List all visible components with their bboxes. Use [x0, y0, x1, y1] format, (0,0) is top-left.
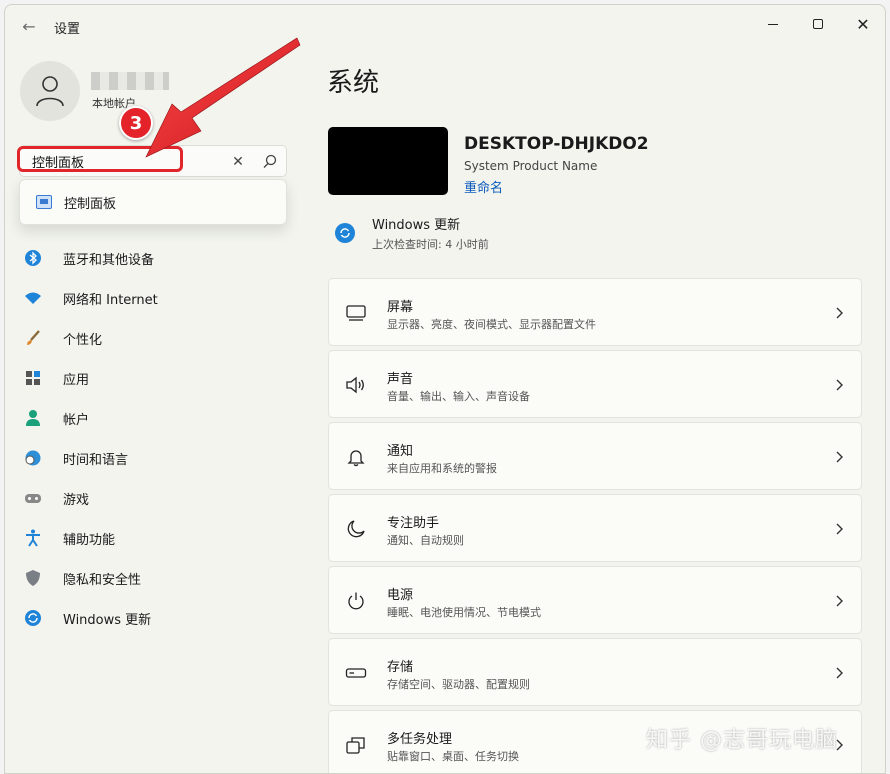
update-icon[interactable] — [335, 223, 355, 243]
gamepad-icon — [23, 488, 43, 508]
power-icon — [344, 589, 368, 613]
suggestion-label: 控制面板 — [64, 196, 117, 212]
sidebar-item-label: 蓝牙和其他设备 — [63, 252, 155, 268]
person-icon — [36, 76, 64, 107]
card-notifications[interactable]: 通知 来自应用和系统的警报 — [328, 422, 862, 490]
search-box: ✕ — [19, 145, 287, 177]
avatar[interactable] — [20, 61, 80, 121]
close-window-button[interactable]: ✕ — [841, 11, 885, 37]
chevron-right-icon — [832, 521, 846, 535]
sidebar-item-label: 隐私和安全性 — [63, 572, 142, 588]
title-bar: ← 设置 ✕ — [5, 5, 885, 49]
bell-icon — [344, 445, 368, 469]
username-redacted — [91, 72, 169, 90]
sidebar-item-gaming[interactable]: 游戏 — [23, 481, 293, 515]
close-icon[interactable]: ✕ — [228, 152, 248, 172]
chevron-right-icon — [832, 449, 846, 463]
sidebar-item-bluetooth[interactable]: 蓝牙和其他设备 — [23, 241, 293, 275]
card-title: 专注助手 — [387, 516, 440, 531]
sidebar-item-accounts[interactable]: 帐户 — [23, 401, 293, 435]
sidebar-item-label: 时间和语言 — [63, 452, 129, 468]
wifi-icon — [23, 288, 43, 308]
sidebar-item-label: 网络和 Internet — [63, 292, 158, 308]
sidebar-item-label: 帐户 — [63, 412, 90, 428]
sidebar-item-label: Windows 更新 — [63, 612, 152, 628]
sidebar-item-label: 个性化 — [63, 332, 103, 348]
card-focus-assist[interactable]: 专注助手 通知、自动规则 — [328, 494, 862, 562]
chevron-right-icon — [832, 377, 846, 391]
card-subtitle: 睡眠、电池使用情况、节电模式 — [387, 606, 541, 619]
window-title: 设置 — [54, 22, 81, 37]
step-badge: 3 — [119, 106, 153, 140]
device-model: System Product Name — [464, 159, 598, 173]
watermark: 知乎 @志哥玩电脑 — [646, 728, 838, 753]
card-subtitle: 贴靠窗口、桌面、任务切换 — [387, 750, 519, 763]
search-input[interactable] — [20, 146, 220, 176]
multitask-icon — [344, 733, 368, 757]
card-subtitle: 通知、自动规则 — [387, 534, 464, 547]
card-subtitle: 存储空间、驱动器、配置规则 — [387, 678, 530, 691]
sidebar-item-accessibility[interactable]: 辅助功能 — [23, 521, 293, 555]
chevron-right-icon — [832, 305, 846, 319]
windows-update-title[interactable]: Windows 更新 — [372, 214, 460, 233]
windows-update-last-check: 上次检查时间: 4 小时前 — [372, 238, 489, 251]
card-title: 多任务处理 — [387, 732, 453, 747]
sidebar-item-personalization[interactable]: 个性化 — [23, 321, 293, 355]
device-thumbnail — [328, 127, 448, 195]
card-title: 电源 — [387, 588, 414, 603]
globe-clock-icon — [23, 448, 43, 468]
minimize-button[interactable] — [751, 11, 795, 37]
card-title: 屏幕 — [387, 300, 414, 315]
storage-icon — [344, 661, 368, 685]
card-title: 声音 — [387, 372, 414, 387]
speaker-icon — [344, 373, 368, 397]
card-sound[interactable]: 声音 音量、输出、输入、声音设备 — [328, 350, 862, 418]
sidebar-item-label: 辅助功能 — [63, 532, 116, 548]
sidebar-item-label: 游戏 — [63, 492, 90, 508]
page-title: 系统 — [327, 68, 380, 98]
card-storage[interactable]: 存储 存储空间、驱动器、配置规则 — [328, 638, 862, 706]
shield-icon — [23, 568, 43, 588]
chevron-right-icon — [832, 665, 846, 679]
search-suggestion-control-panel[interactable]: 控制面板 — [19, 179, 287, 225]
bluetooth-icon — [23, 248, 43, 268]
card-title: 存储 — [387, 660, 414, 675]
card-subtitle: 来自应用和系统的警报 — [387, 462, 497, 475]
person-icon — [23, 408, 43, 428]
chevron-right-icon — [832, 593, 846, 607]
sidebar-item-apps[interactable]: 应用 — [23, 361, 293, 395]
minimize-icon — [768, 23, 778, 25]
monitor-icon — [344, 301, 368, 325]
sidebar-item-label: 应用 — [63, 372, 90, 388]
rename-link[interactable]: 重命名 — [464, 177, 503, 196]
sidebar-item-windows-update[interactable]: Windows 更新 — [23, 601, 293, 635]
sidebar-item-privacy[interactable]: 隐私和安全性 — [23, 561, 293, 595]
sidebar-item-network[interactable]: 网络和 Internet — [23, 281, 293, 315]
search-icon[interactable] — [260, 152, 280, 172]
card-subtitle: 显示器、亮度、夜间模式、显示器配置文件 — [387, 318, 596, 331]
device-name: DESKTOP-DHJKDO2 — [464, 134, 649, 154]
update-icon — [23, 608, 43, 628]
brush-icon — [23, 328, 43, 348]
maximize-icon — [813, 19, 823, 29]
card-subtitle: 音量、输出、输入、声音设备 — [387, 390, 530, 403]
arrow-left-icon[interactable]: ← — [19, 17, 39, 37]
card-power[interactable]: 电源 睡眠、电池使用情况、节电模式 — [328, 566, 862, 634]
moon-icon — [344, 517, 368, 541]
maximize-button[interactable] — [796, 11, 840, 37]
accessibility-icon — [23, 528, 43, 548]
card-display[interactable]: 屏幕 显示器、亮度、夜间模式、显示器配置文件 — [328, 278, 862, 346]
card-title: 通知 — [387, 444, 414, 459]
apps-icon — [23, 368, 43, 388]
sidebar-item-time-language[interactable]: 时间和语言 — [23, 441, 293, 475]
control-panel-icon — [36, 195, 52, 209]
